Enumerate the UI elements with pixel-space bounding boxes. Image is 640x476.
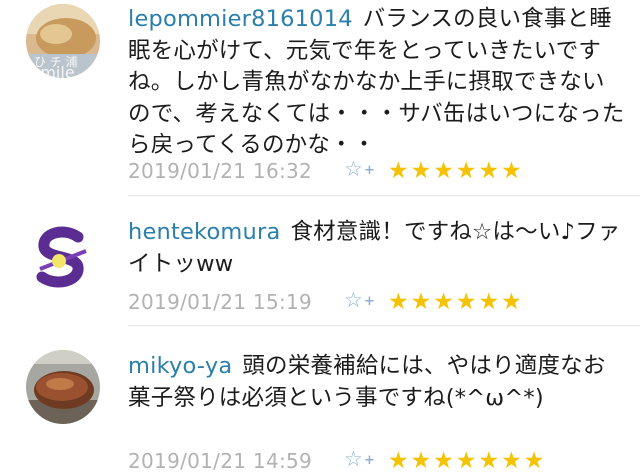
star-rating: ★★★★★★ [388,158,524,184]
comment-timestamp: 2019/01/21 15:19 [128,290,313,314]
comment-username[interactable]: hentekomura [128,219,280,245]
comment-text: lepommier8161014 バランスの良い食事と睡眠を心がけて、元気で年をと… [128,4,626,162]
star-rating: ★★★★★★★ [388,448,547,474]
comment-text: mikyo-ya 頭の栄養補給には、やはり適度なお菓子祭りは必須という事ですね(*… [128,351,626,414]
comment-item: hentekomura 食材意識！ですね☆は〜い♪ファイトッww 2019/01/… [0,196,640,326]
avatar[interactable]: ひ チ 浦 smile [26,4,100,78]
add-star-icon[interactable]: ☆ + [344,157,378,183]
comment-timestamp: 2019/01/21 14:59 [128,449,313,473]
star-rating: ★★★★★★ [388,289,524,315]
avatar[interactable] [26,221,100,295]
food-photo-avatar-icon: ひ チ 浦 smile [26,4,100,78]
meat-dish-avatar-icon [26,350,100,424]
comment-username[interactable]: mikyo-ya [128,353,232,379]
comment-timestamp: 2019/01/21 16:32 [128,159,313,183]
add-star-icon[interactable]: ☆ + [344,288,378,314]
comment-item: mikyo-ya 頭の栄養補給には、やはり適度なお菓子祭りは必須という事ですね(*… [0,326,640,474]
purple-s-logo-avatar-icon [26,221,100,295]
comment-username[interactable]: lepommier8161014 [128,6,353,32]
add-star-icon[interactable]: ☆ + [344,447,378,473]
avatar[interactable] [26,350,100,424]
svg-text:smile: smile [32,63,75,78]
comment-text: hentekomura 食材意識！ですね☆は〜い♪ファイトッww [128,217,626,280]
comment-item: ひ チ 浦 smile lepommier8161014 バランスの良い食事と睡眠… [0,0,640,196]
